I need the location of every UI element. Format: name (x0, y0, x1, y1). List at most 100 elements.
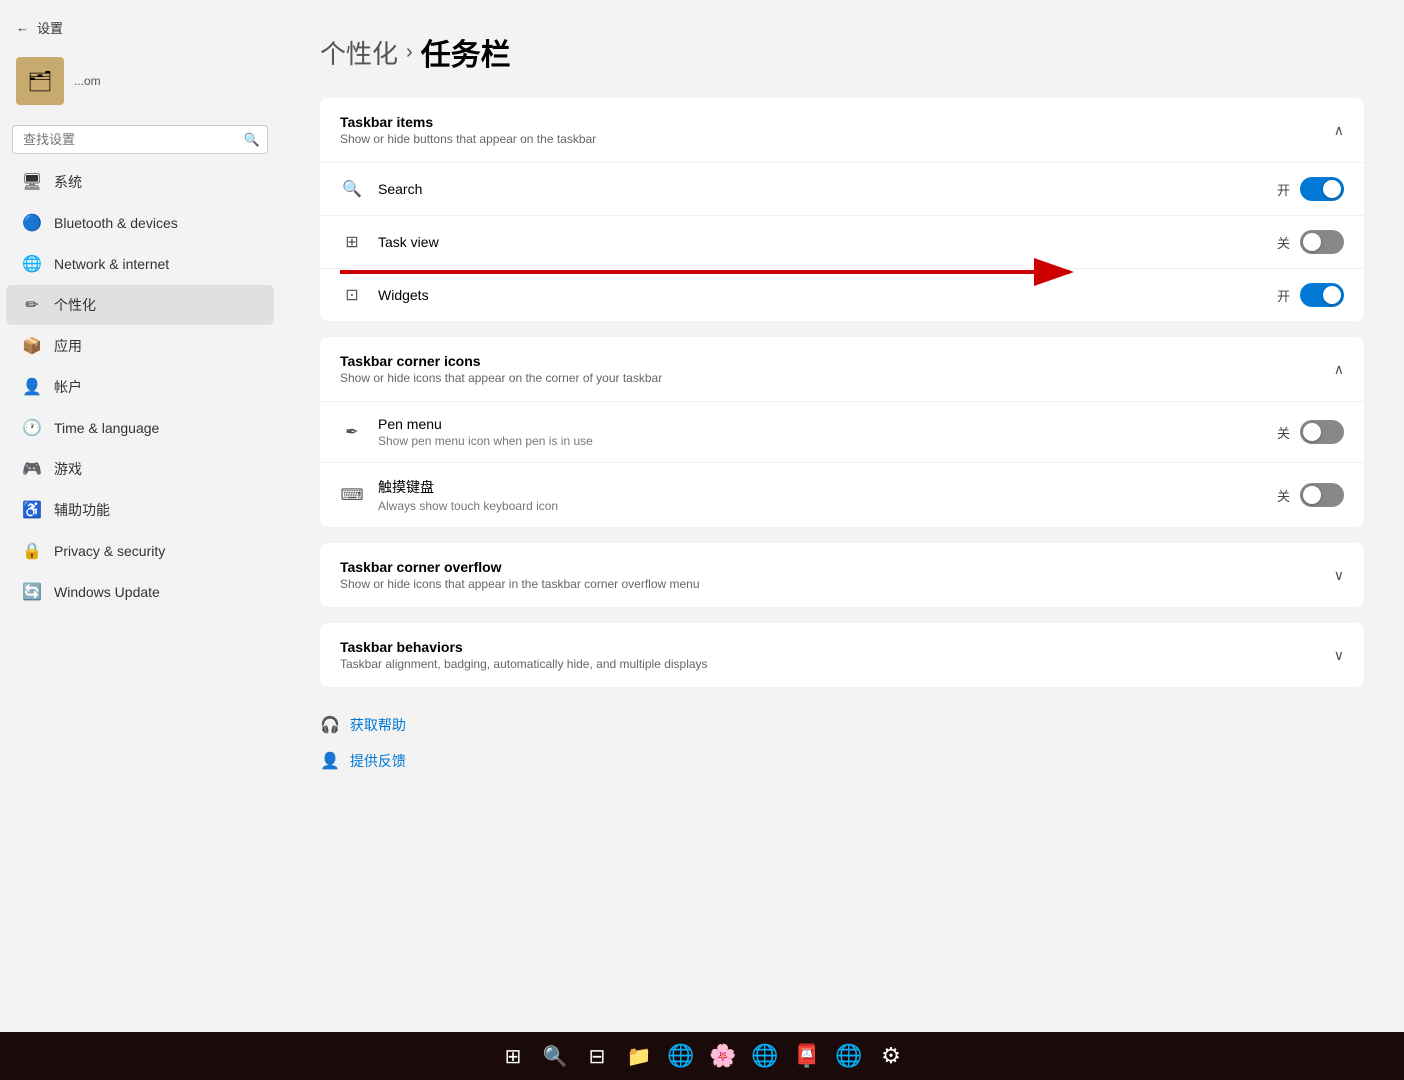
toggle-thumb-widgets (1323, 286, 1341, 304)
nav-icon-bluetooth: 🔵 (22, 213, 42, 233)
taskbar-chrome-icon[interactable]: 🌐 (831, 1038, 867, 1074)
nav-label-bluetooth: Bluetooth & devices (54, 215, 178, 231)
nav-label-time: Time & language (54, 420, 159, 436)
main-content: 个性化 › 任务栏 Taskbar items Show or hide but… (280, 0, 1404, 920)
toggle-label-touch_keyboard: 关 (1277, 486, 1290, 505)
setting-row-search: 🔍 Search 开 (320, 163, 1364, 216)
toggle-track-task_view (1300, 230, 1344, 254)
search-box: 🔍 (12, 125, 268, 154)
taskbar-browser1-icon[interactable]: 🌐 (663, 1038, 699, 1074)
setting-row-pen_menu: ✒ Pen menu Show pen menu icon when pen i… (320, 402, 1364, 463)
toggle-track-pen_menu (1300, 420, 1344, 444)
nav-label-accounts: 帐户 (54, 377, 82, 397)
taskbar-search-icon[interactable]: 🔍 (537, 1038, 573, 1074)
nav-label-gaming: 游戏 (54, 459, 82, 479)
chevron-taskbar_corner_overflow-icon: ∨ (1334, 567, 1344, 584)
toggle-thumb-touch_keyboard (1303, 486, 1321, 504)
nav-icon-privacy: 🔒 (22, 541, 42, 561)
toggle-task_view[interactable] (1300, 230, 1344, 254)
feedback-label: 提供反馈 (350, 751, 406, 771)
taskbar-browser2-icon[interactable]: 🌸 (705, 1038, 741, 1074)
chevron-taskbar_corner_icons-icon: ∧ (1334, 361, 1344, 378)
setting-name-touch_keyboard: 触摸键盘 (378, 477, 558, 497)
setting-icon-touch_keyboard: ⌨ (340, 483, 364, 507)
sidebar-item-apps[interactable]: 📦 应用 (6, 326, 274, 366)
section-content-taskbar_corner_icons: ✒ Pen menu Show pen menu icon when pen i… (320, 401, 1364, 527)
nav-icon-system: 🖥 (22, 172, 42, 192)
taskbar-files-icon[interactable]: 📁 (621, 1038, 657, 1074)
toggle-search[interactable] (1300, 177, 1344, 201)
taskbar-settings-icon[interactable]: ⚙ (873, 1038, 909, 1074)
nav-label-personalization: 个性化 (54, 295, 96, 315)
nav-label-apps: 应用 (54, 336, 82, 356)
chevron-taskbar_behaviors-icon: ∨ (1334, 647, 1344, 664)
section-header-taskbar_behaviors[interactable]: Taskbar behaviors Taskbar alignment, bad… (320, 623, 1364, 687)
section-subtitle-taskbar_behaviors: Taskbar alignment, badging, automaticall… (340, 657, 708, 671)
toggle-touch_keyboard[interactable] (1300, 483, 1344, 507)
setting-desc-touch_keyboard: Always show touch keyboard icon (378, 499, 558, 513)
help-section: 🎧 获取帮助 👤 提供反馈 (320, 707, 1364, 779)
nav-label-privacy: Privacy & security (54, 543, 165, 559)
section-taskbar_behaviors: Taskbar behaviors Taskbar alignment, bad… (320, 623, 1364, 687)
section-taskbar_corner_overflow: Taskbar corner overflow Show or hide ico… (320, 543, 1364, 607)
toggle-thumb-search (1323, 180, 1341, 198)
toggle-track-widgets (1300, 283, 1344, 307)
toggle-track-search (1300, 177, 1344, 201)
nav-icon-gaming: 🎮 (22, 459, 42, 479)
section-title-taskbar_behaviors: Taskbar behaviors (340, 639, 708, 655)
nav-icon-apps: 📦 (22, 336, 42, 356)
setting-row-widgets: ⊡ Widgets 开 (320, 269, 1364, 321)
avatar: 🗂 (16, 57, 64, 105)
nav-icon-network: 🌐 (22, 254, 42, 274)
sidebar-item-accessibility[interactable]: ♿ 辅助功能 (6, 490, 274, 530)
setting-row-touch_keyboard: ⌨ 触摸键盘 Always show touch keyboard icon 关 (320, 463, 1364, 527)
back-button[interactable]: ← 设置 (0, 10, 280, 45)
sidebar-item-bluetooth[interactable]: 🔵 Bluetooth & devices (6, 203, 274, 243)
section-subtitle-taskbar_corner_icons: Show or hide icons that appear on the co… (340, 371, 662, 385)
sidebar-item-system[interactable]: 🖥 系统 (6, 162, 274, 202)
setting-icon-task_view: ⊞ (340, 230, 364, 254)
toggle-label-task_view: 关 (1277, 233, 1290, 252)
toggle-track-touch_keyboard (1300, 483, 1344, 507)
sidebar-item-personalization[interactable]: ✏ 个性化 (6, 285, 274, 325)
nav-label-system: 系统 (54, 172, 82, 192)
taskbar-mail-icon[interactable]: 📮 (789, 1038, 825, 1074)
setting-icon-widgets: ⊡ (340, 283, 364, 307)
chevron-taskbar_items-icon: ∧ (1334, 122, 1344, 139)
sidebar-item-windows_update[interactable]: 🔄 Windows Update (6, 572, 274, 612)
user-section: 🗂 ...om (0, 45, 280, 117)
breadcrumb-separator: › (406, 41, 413, 64)
section-taskbar_corner_icons: Taskbar corner icons Show or hide icons … (320, 337, 1364, 527)
breadcrumb: 个性化 › 任务栏 (320, 30, 1364, 74)
app-title: 设置 (37, 18, 63, 37)
section-header-taskbar_corner_icons[interactable]: Taskbar corner icons Show or hide icons … (320, 337, 1364, 401)
nav-icon-windows_update: 🔄 (22, 582, 42, 602)
sidebar-item-network[interactable]: 🌐 Network & internet (6, 244, 274, 284)
section-header-taskbar_corner_overflow[interactable]: Taskbar corner overflow Show or hide ico… (320, 543, 1364, 607)
taskbar-browser3-icon[interactable]: 🌐 (747, 1038, 783, 1074)
section-header-taskbar_items[interactable]: Taskbar items Show or hide buttons that … (320, 98, 1364, 162)
nav-icon-accessibility: ♿ (22, 500, 42, 520)
nav-icon-accounts: 👤 (22, 377, 42, 397)
sidebar-item-time[interactable]: 🕐 Time & language (6, 408, 274, 448)
sidebar-item-privacy[interactable]: 🔒 Privacy & security (6, 531, 274, 571)
setting-name-pen_menu: Pen menu (378, 416, 593, 432)
nav-list: 🖥 系统 🔵 Bluetooth & devices 🌐 Network & i… (0, 162, 280, 612)
feedback-link[interactable]: 👤 提供反馈 (320, 743, 1364, 779)
section-subtitle-taskbar_corner_overflow: Show or hide icons that appear in the ta… (340, 577, 700, 591)
search-input[interactable] (12, 125, 268, 154)
nav-label-accessibility: 辅助功能 (54, 500, 110, 520)
setting-name-search: Search (378, 181, 422, 197)
sidebar-item-gaming[interactable]: 🎮 游戏 (6, 449, 274, 489)
get-help-link[interactable]: 🎧 获取帮助 (320, 707, 1364, 743)
toggle-widgets[interactable] (1300, 283, 1344, 307)
toggle-pen_menu[interactable] (1300, 420, 1344, 444)
taskbar-taskview-icon[interactable]: ⊟ (579, 1038, 615, 1074)
taskbar-start-icon[interactable]: ⊞ (495, 1038, 531, 1074)
sections-container: Taskbar items Show or hide buttons that … (320, 98, 1364, 687)
toggle-label-pen_menu: 关 (1277, 423, 1290, 442)
sidebar-item-accounts[interactable]: 👤 帐户 (6, 367, 274, 407)
user-name: ...om (74, 74, 101, 88)
nav-icon-time: 🕐 (22, 418, 42, 438)
toggle-thumb-task_view (1303, 233, 1321, 251)
